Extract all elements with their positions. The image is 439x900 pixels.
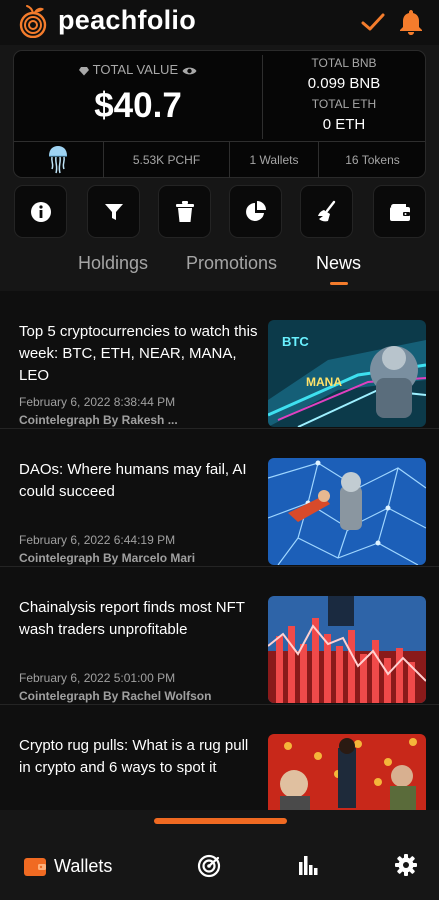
radar-icon[interactable] bbox=[197, 854, 221, 878]
tab-news[interactable]: News bbox=[316, 253, 361, 274]
bell-icon[interactable] bbox=[398, 8, 424, 36]
card-divider bbox=[14, 141, 425, 142]
wallet-icon[interactable] bbox=[24, 856, 46, 876]
total-value-label-text: TOTAL VALUE bbox=[92, 62, 179, 77]
thumb-text-btc: BTC bbox=[282, 334, 309, 349]
pchf-balance: 5.53K PCHF bbox=[132, 153, 201, 167]
news-date: February 6, 2022 8:38:44 PM bbox=[19, 395, 176, 409]
news-source: Cointelegraph By Marcelo Mari bbox=[19, 551, 196, 565]
clean-button[interactable] bbox=[300, 185, 353, 238]
app-header: peachfolio bbox=[0, 0, 439, 45]
info-button[interactable] bbox=[14, 185, 67, 238]
tokens-count[interactable]: 16 Tokens bbox=[319, 143, 426, 177]
news-source: Cointelegraph By Rakesh ... bbox=[19, 413, 178, 427]
wallets-button[interactable] bbox=[373, 185, 426, 238]
bottom-navigation: Wallets bbox=[0, 832, 439, 900]
news-thumbnail[interactable] bbox=[268, 734, 426, 810]
pie-chart-icon bbox=[245, 200, 266, 221]
news-item[interactable]: Chainalysis report finds most NFT wash t… bbox=[0, 567, 439, 705]
tab-holdings[interactable]: Holdings bbox=[78, 253, 148, 274]
total-value: $40.7 bbox=[94, 86, 182, 125]
gear-icon[interactable] bbox=[395, 854, 417, 876]
total-bnb-label: TOTAL BNB bbox=[311, 56, 377, 70]
jellyfish-icon bbox=[49, 146, 67, 174]
filter-button[interactable] bbox=[87, 185, 140, 238]
broom-icon bbox=[317, 200, 335, 221]
news-thumbnail[interactable] bbox=[268, 596, 426, 703]
total-bnb-value: 0.099 BNB bbox=[307, 75, 381, 92]
filter-icon bbox=[104, 203, 123, 220]
peach-logo-icon bbox=[19, 5, 47, 38]
check-icon[interactable] bbox=[360, 11, 386, 33]
news-item[interactable]: Top 5 cryptocurrencies to watch this wee… bbox=[0, 291, 439, 429]
trash-icon bbox=[175, 200, 194, 222]
news-date: February 6, 2022 6:44:19 PM bbox=[19, 533, 176, 547]
diamond-icon bbox=[79, 67, 90, 76]
news-title[interactable]: DAOs: Where humans may fail, AI could su… bbox=[19, 459, 259, 503]
info-icon bbox=[30, 201, 51, 222]
news-title[interactable]: Crypto rug pulls: What is a rug pull in … bbox=[19, 735, 259, 779]
active-tab-indicator bbox=[330, 282, 348, 285]
wallet-icon bbox=[389, 203, 410, 221]
news-thumbnail[interactable]: BTC MANA bbox=[268, 320, 426, 427]
thumb-text-mana: MANA bbox=[306, 375, 342, 389]
portfolio-summary-card: TOTAL VALUE $40.7 TOTAL BNB 0.099 BNB TO… bbox=[13, 50, 426, 178]
total-value-label: TOTAL VALUE bbox=[14, 62, 262, 77]
total-eth-label: TOTAL ETH bbox=[311, 97, 377, 111]
tab-promotions[interactable]: Promotions bbox=[186, 253, 277, 274]
delete-button[interactable] bbox=[158, 185, 211, 238]
wallets-count[interactable]: 1 Wallets bbox=[230, 143, 318, 177]
nav-wallets-label[interactable]: Wallets bbox=[54, 856, 112, 877]
bar-chart-icon[interactable] bbox=[298, 854, 318, 876]
news-title[interactable]: Top 5 cryptocurrencies to watch this wee… bbox=[19, 321, 259, 387]
news-list[interactable]: Top 5 cryptocurrencies to watch this wee… bbox=[0, 291, 439, 810]
news-item[interactable]: Crypto rug pulls: What is a rug pull in … bbox=[0, 705, 439, 810]
allocation-button[interactable] bbox=[229, 185, 282, 238]
news-source: Cointelegraph By Rachel Wolfson bbox=[19, 689, 212, 703]
news-title[interactable]: Chainalysis report finds most NFT wash t… bbox=[19, 597, 259, 641]
news-thumbnail[interactable] bbox=[268, 458, 426, 565]
total-eth-value: 0 ETH bbox=[322, 116, 366, 133]
app-brand-name: peachfolio bbox=[58, 5, 197, 35]
news-item[interactable]: DAOs: Where humans may fail, AI could su… bbox=[0, 429, 439, 567]
eye-icon[interactable] bbox=[182, 66, 197, 76]
news-date: February 6, 2022 5:01:00 PM bbox=[19, 671, 176, 685]
scroll-indicator[interactable] bbox=[154, 818, 287, 824]
